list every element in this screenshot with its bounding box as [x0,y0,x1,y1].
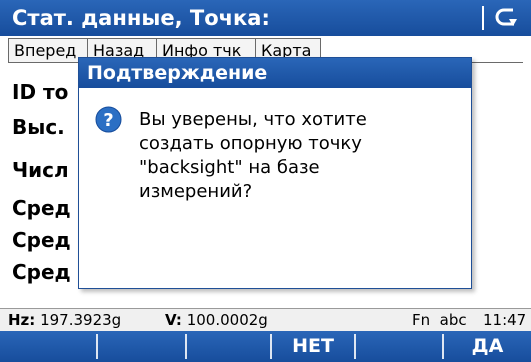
svg-text:?: ? [103,110,113,131]
softkey-bar: НЕТ ДА [0,331,531,362]
window-title: Стат. данные, Точка: [12,6,270,30]
no-button[interactable]: НЕТ [272,331,354,362]
v-label: V: [165,311,182,329]
dialog-message-line: Вы уверены, что хотите [139,109,367,130]
field-label-height: Выс. [12,115,65,139]
yes-button[interactable]: ДА [444,331,531,362]
softkey-f3[interactable] [187,331,270,362]
hz-readout: Hz: 197.3923g [8,309,121,331]
field-label-mean-3: Сред [12,260,71,284]
v-value: 100.0002g [186,311,268,329]
dialog-message: Вы уверены, что хотите создать опорную т… [139,108,449,204]
field-label-count: Числ [12,158,69,182]
field-label-point-id: ID то [12,80,69,104]
dialog-message-line: "backsight" на базе [139,157,320,178]
question-icon: ? [95,106,122,133]
softkey-f5[interactable] [356,331,442,362]
title-separator [482,6,484,30]
softkey-f1[interactable] [0,331,96,362]
dialog-title: Подтверждение [79,58,471,88]
field-label-mean-1: Сред [12,196,71,220]
status-bar: Hz: 197.3923g V: 100.0002g Fn abc 11:47 [0,308,531,331]
title-bar: Стат. данные, Точка: [0,0,531,36]
back-arrow-icon[interactable] [493,3,523,33]
dialog-message-line: измерений? [139,181,253,202]
hz-label: Hz: [8,311,36,329]
input-mode: Fn abc [412,311,467,329]
dialog-message-line: создать опорную точку [139,133,362,154]
field-label-mean-2: Сред [12,228,71,252]
softkey-f2[interactable] [98,331,185,362]
v-readout: V: 100.0002g [165,309,268,331]
confirmation-dialog: Подтверждение ? Вы уверены, что хотите с… [78,57,472,289]
tab-forward[interactable]: Вперед [8,38,88,62]
hz-value: 197.3923g [40,311,122,329]
clock: 11:47 [483,311,527,329]
